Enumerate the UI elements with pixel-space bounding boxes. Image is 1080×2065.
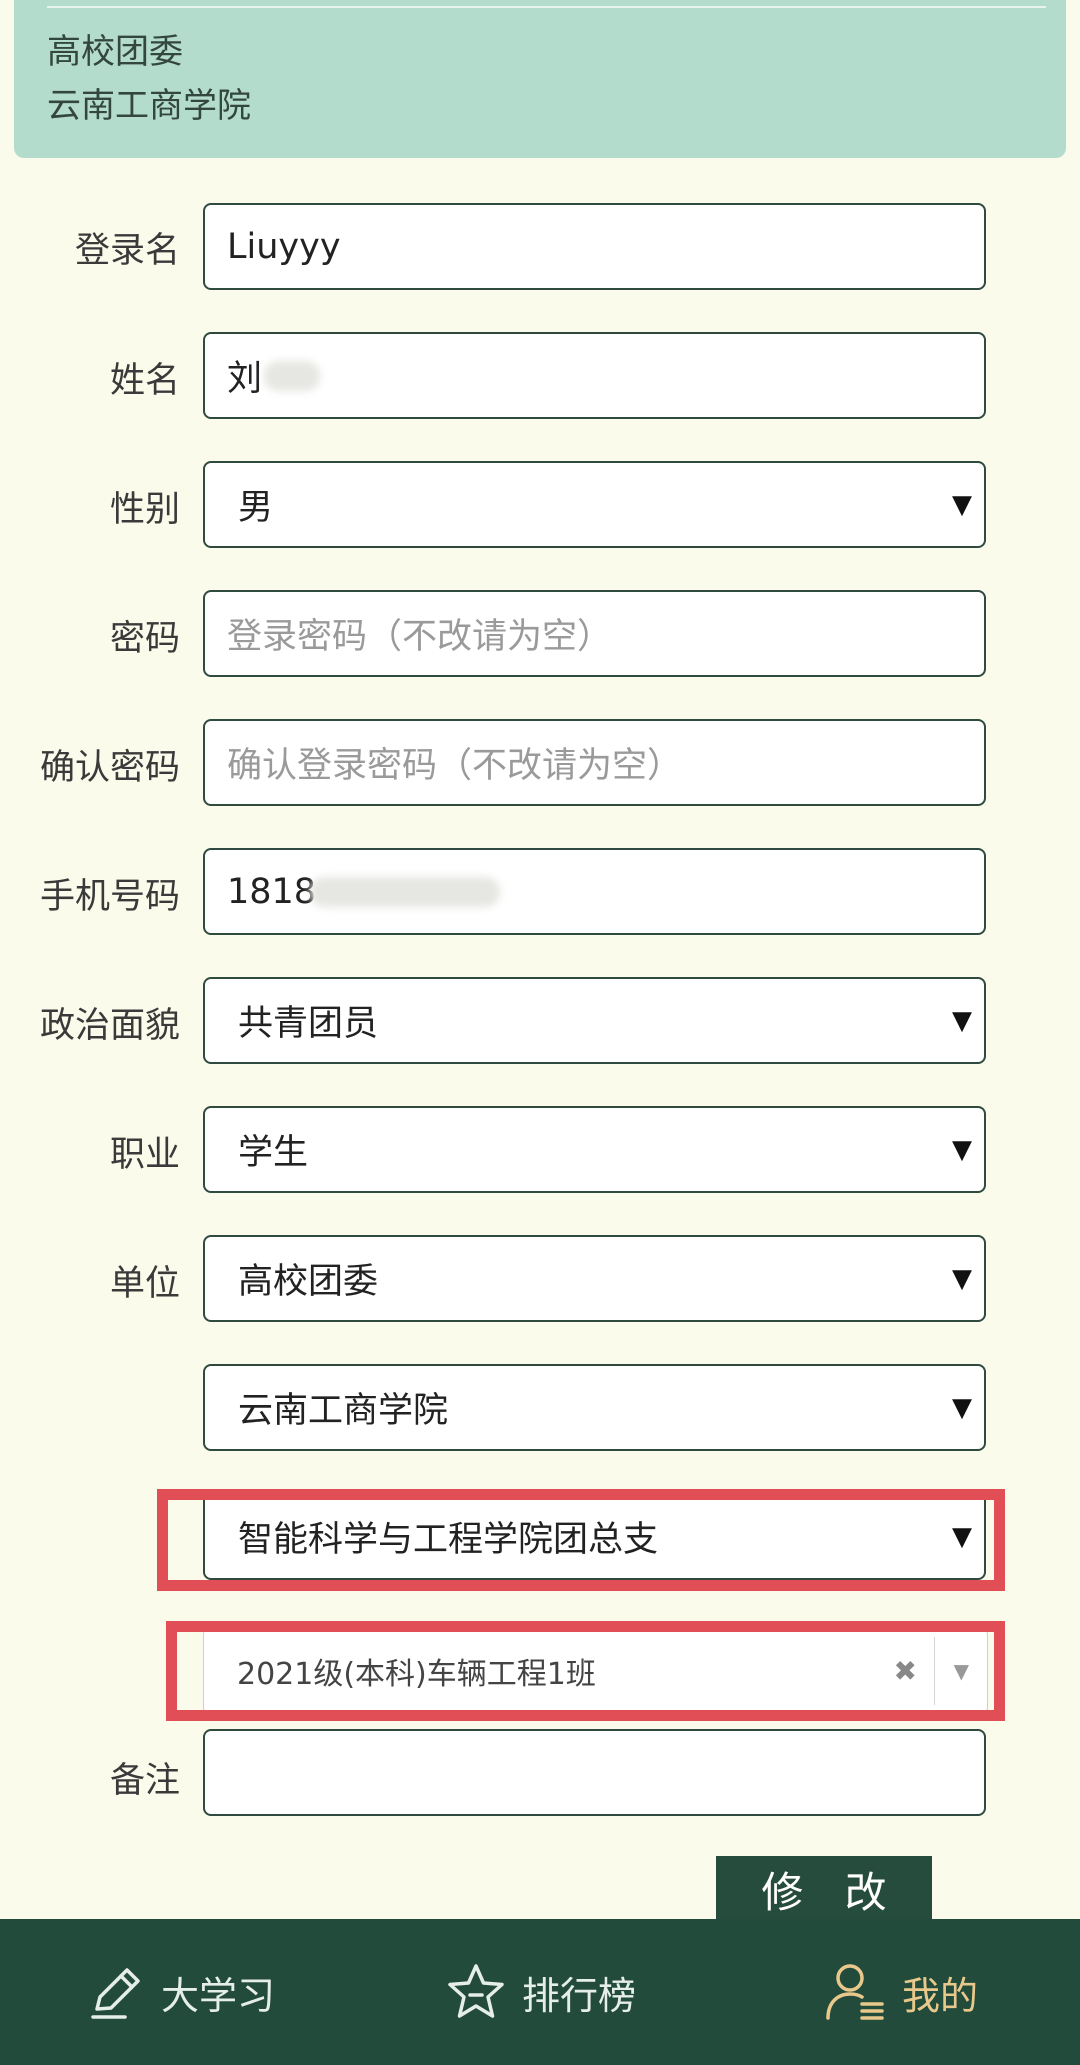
unit-label: 单位 <box>109 1264 180 1304</box>
password-label: 密码 <box>109 619 180 659</box>
login-name-label: 登录名 <box>74 231 180 271</box>
nav-item-label: 大学习 <box>160 1973 275 2018</box>
chevron-down-icon: ▼ <box>952 1263 972 1294</box>
occupation-value: 学生 <box>238 1133 309 1173</box>
nav-item-mine[interactable]: 我的 <box>720 1919 1080 2065</box>
chevron-down-icon: ▼ <box>952 1392 972 1423</box>
name-redaction <box>264 360 321 391</box>
remarks-label: 备注 <box>109 1761 180 1801</box>
gender-label: 性别 <box>109 490 180 530</box>
unit-level1-value: 高校团委 <box>238 1262 379 1302</box>
header-panel: 高校团委 云南工商学院 <box>14 0 1066 158</box>
unit-level1-select[interactable]: 高校团委 ▼ <box>203 1235 986 1322</box>
nav-item-ranking[interactable]: 排行榜 <box>360 1919 720 2065</box>
chevron-down-icon: ▼ <box>952 1005 972 1036</box>
chevron-down-icon: ▼ <box>952 489 972 520</box>
political-status-label: 政治面貌 <box>39 1006 180 1046</box>
phone-label: 手机号码 <box>39 877 180 917</box>
political-status-select[interactable]: 共青团员 ▼ <box>203 977 986 1064</box>
name-value: 刘 <box>227 359 263 399</box>
pencil-icon <box>85 1961 147 2023</box>
nav-item-label: 排行榜 <box>521 1973 636 2018</box>
phone-redaction <box>310 876 501 907</box>
phone-value: 1818 <box>227 871 317 912</box>
submit-button[interactable]: 修 改 <box>716 1856 932 1922</box>
nav-item-study[interactable]: 大学习 <box>0 1919 360 2065</box>
profile-edit-page: 高校团委 云南工商学院 登录名 Liuyyy 姓名 刘 性别 男 ▼ 密码 登录… <box>0 0 1080 2065</box>
unit-level2-select[interactable]: 云南工商学院 ▼ <box>203 1364 986 1451</box>
unit-level2-value: 云南工商学院 <box>238 1391 449 1431</box>
password-input[interactable]: 登录密码（不改请为空） <box>203 590 986 677</box>
political-status-value: 共青团员 <box>238 1004 379 1044</box>
gender-select[interactable]: 男 ▼ <box>203 461 986 548</box>
chevron-down-icon: ▼ <box>952 1134 972 1165</box>
login-name-value: Liuyyy <box>227 226 341 267</box>
occupation-label: 职业 <box>109 1135 180 1175</box>
header-unit-line2: 云南工商学院 <box>47 86 251 126</box>
user-icon <box>822 1960 888 2024</box>
confirm-password-placeholder: 确认登录密码（不改请为空） <box>227 746 683 786</box>
login-name-input[interactable]: Liuyyy <box>203 203 986 290</box>
nav-item-label: 我的 <box>901 1973 978 2018</box>
confirm-password-label: 确认密码 <box>39 748 180 788</box>
star-icon <box>444 1961 508 2023</box>
header-divider <box>47 6 1046 8</box>
phone-input[interactable]: 1818 <box>203 848 986 935</box>
header-unit-line1: 高校团委 <box>47 32 183 72</box>
remarks-input[interactable] <box>203 1729 986 1816</box>
confirm-password-input[interactable]: 确认登录密码（不改请为空） <box>203 719 986 806</box>
bottom-nav: 大学习 排行榜 我的 <box>0 1919 1080 2065</box>
highlight-box-unit-level3 <box>157 1489 1005 1591</box>
occupation-select[interactable]: 学生 ▼ <box>203 1106 986 1193</box>
name-label: 姓名 <box>109 361 180 401</box>
highlight-box-unit-level4 <box>166 1621 1005 1721</box>
gender-value: 男 <box>238 488 274 528</box>
name-input[interactable]: 刘 <box>203 332 986 419</box>
password-placeholder: 登录密码（不改请为空） <box>227 617 613 657</box>
